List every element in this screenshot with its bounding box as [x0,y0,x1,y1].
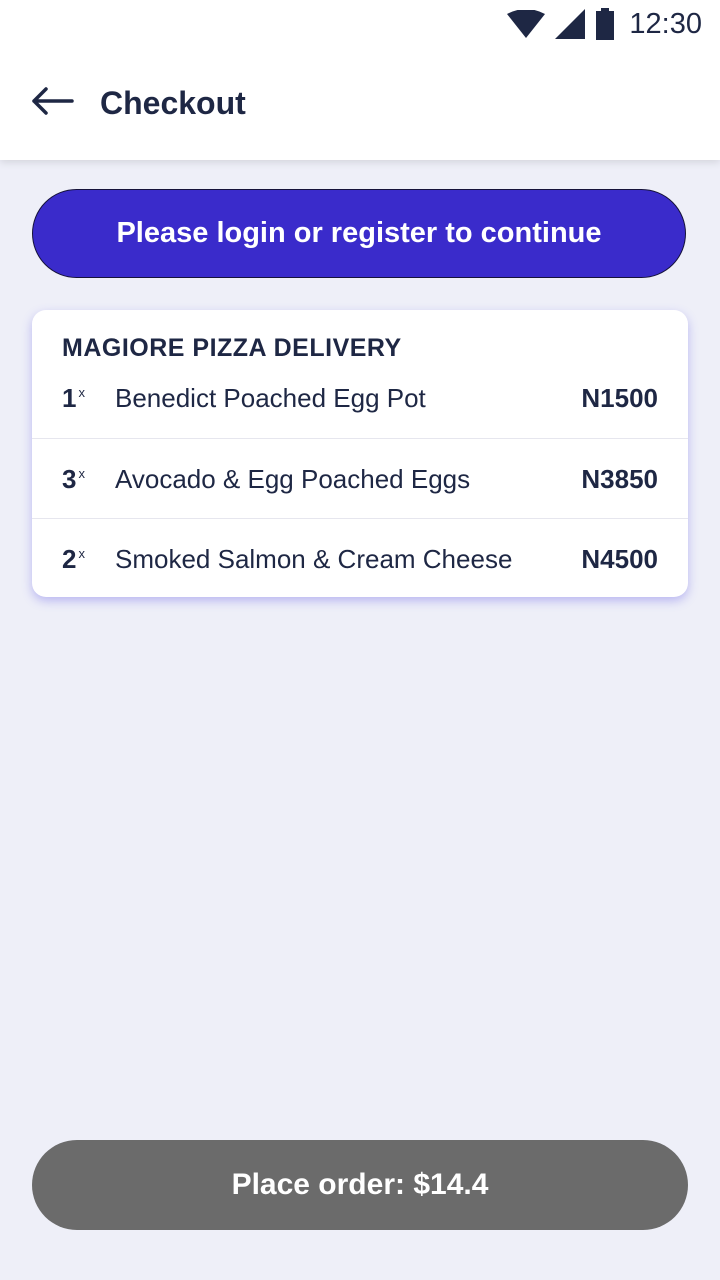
item-name: Benedict Poached Egg Pot [115,382,426,413]
place-order-button[interactable]: Place order: $14.4 [32,1140,688,1230]
item-price: N4500 [581,543,658,574]
item-quantity: 1x [62,382,85,413]
item-price: N3850 [581,463,658,494]
arrow-left-icon [30,86,74,121]
item-quantity: 2x [62,543,85,574]
app-bar: 12:30 Checkout [0,0,720,160]
item-price: N1500 [581,382,658,413]
signal-icon [555,9,586,39]
order-item[interactable]: 1x Benedict Poached Egg Pot N1500 [32,358,688,438]
order-item[interactable]: 2x Smoked Salmon & Cream Cheese N4500 [32,518,688,597]
item-name: Avocado & Egg Poached Eggs [115,463,471,494]
status-bar: 12:30 [507,6,702,42]
login-register-button[interactable]: Please login or register to continue [32,189,686,278]
header: Checkout [0,70,720,136]
item-name: Smoked Salmon & Cream Cheese [115,543,513,574]
item-quantity: 3x [62,463,85,494]
battery-icon [595,8,615,40]
status-time: 12:30 [629,7,702,40]
order-summary-card: MAGIORE PIZZA DELIVERY 1x Benedict Poach… [32,310,688,597]
page-title: Checkout [100,84,246,121]
wifi-icon [507,10,546,38]
order-item[interactable]: 3x Avocado & Egg Poached Eggs N3850 [32,438,688,519]
back-button[interactable] [28,79,76,127]
